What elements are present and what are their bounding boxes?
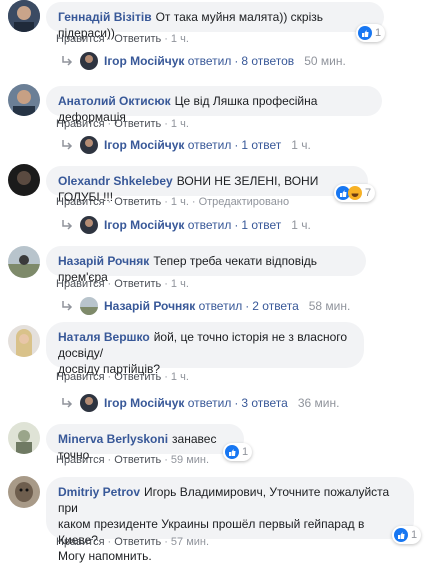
like-link[interactable]: Нравится <box>56 536 105 548</box>
avatar[interactable] <box>8 84 40 116</box>
timestamp[interactable]: 1 ч. <box>171 278 189 290</box>
avatar[interactable] <box>8 325 40 357</box>
reply-link[interactable]: Ответить <box>114 371 161 383</box>
comment-bubble: Minerva Berlyskoni занавес точно <box>46 424 244 462</box>
author-name[interactable]: Геннадій Візітів <box>58 10 152 24</box>
like-icon <box>225 445 239 459</box>
timestamp[interactable]: 57 мин. <box>171 536 209 548</box>
reply-avatar <box>80 52 98 70</box>
like-link[interactable]: Нравится <box>56 371 105 383</box>
avatar[interactable] <box>8 422 40 454</box>
reply-avatar <box>80 136 98 154</box>
avatar[interactable] <box>8 476 40 508</box>
like-link[interactable]: Нравится <box>56 278 105 290</box>
author-name[interactable]: Назарій Рочняк <box>58 254 149 268</box>
reaction-summary[interactable]: 1 <box>392 526 422 544</box>
comment-text-line3: Могу напомнить. <box>58 549 152 563</box>
reply-link[interactable]: Ответить <box>114 536 161 548</box>
comment-actions: Нравится · Ответить · 1 ч. <box>56 118 189 130</box>
like-link[interactable]: Нравится <box>56 454 105 466</box>
like-link[interactable]: Нравится <box>56 118 105 130</box>
replies-link[interactable]: Ігор Мосійчук ответил · 3 ответа 36 мин. <box>60 394 339 412</box>
comment-actions: Нравится · Ответить · 57 мин. <box>56 536 210 548</box>
comment-actions: Нравится · Ответить · 1 ч. <box>56 371 189 383</box>
comment-actions: Нравится · Ответить · 1 ч. <box>56 33 189 45</box>
author-name[interactable]: Minerva Berlyskoni <box>58 432 168 446</box>
comment-bubble: Назарій Рочняк Тепер треба чекати відпові… <box>46 246 366 284</box>
haha-icon <box>348 186 362 200</box>
timestamp[interactable]: 1 ч. <box>171 33 189 45</box>
replies-link[interactable]: Назарій Рочняк ответил · 2 ответа 58 мин. <box>60 297 350 315</box>
reply-arrow-icon <box>62 220 73 230</box>
reply-arrow-icon <box>62 301 73 311</box>
reply-arrow-icon <box>62 56 73 66</box>
reaction-summary[interactable]: 1 <box>356 24 386 42</box>
replies-link[interactable]: Ігор Мосійчук ответил · 8 ответов 50 мин. <box>60 52 346 70</box>
reaction-summary[interactable]: 1 <box>223 443 253 461</box>
comment-actions: Нравится · Ответить · 1 ч. · Отредактировано <box>56 196 290 208</box>
replies-link[interactable]: Ігор Мосійчук ответил · 1 ответ 1 ч. <box>60 216 311 234</box>
author-name[interactable]: Наталя Вершко <box>58 330 150 344</box>
avatar[interactable] <box>8 164 40 196</box>
like-icon <box>394 528 408 542</box>
author-name[interactable]: Анатолий Октисюк <box>58 94 171 108</box>
reply-arrow-icon <box>62 140 73 150</box>
like-icon <box>358 26 372 40</box>
like-link[interactable]: Нравится <box>56 33 105 45</box>
reply-avatar <box>80 394 98 412</box>
comment-bubble: Наталя Вершко йой, це точно історія не з … <box>46 322 364 376</box>
avatar[interactable] <box>8 0 40 32</box>
reply-avatar <box>80 216 98 234</box>
reaction-summary[interactable]: 7 <box>334 184 376 202</box>
reply-link[interactable]: Ответить <box>114 196 161 208</box>
comment-actions: Нравится · Ответить · 59 мин. <box>56 454 210 466</box>
reply-avatar <box>80 297 98 315</box>
author-name[interactable]: Olexandr Shkelebey <box>58 174 173 188</box>
replies-link[interactable]: Ігор Мосійчук ответил · 1 ответ 1 ч. <box>60 136 311 154</box>
comment-bubble: Анатолий Октисюк Це від Ляшка професійна … <box>46 86 382 124</box>
comment-bubble: Геннадій Візітів От така муйня малята)) с… <box>46 2 384 40</box>
reply-link[interactable]: Ответить <box>114 454 161 466</box>
comment-bubble: Dmitriy Petrov Игорь Владимирович, Уточни… <box>46 477 414 563</box>
timestamp[interactable]: 1 ч. <box>171 371 189 383</box>
timestamp[interactable]: 59 мин. <box>171 454 209 466</box>
edited-label[interactable]: Отредактировано <box>199 196 290 208</box>
reply-arrow-icon <box>62 398 73 408</box>
author-name[interactable]: Dmitriy Petrov <box>58 485 140 499</box>
timestamp[interactable]: 1 ч. <box>171 118 189 130</box>
comment-actions: Нравится · Ответить · 1 ч. <box>56 278 189 290</box>
reply-link[interactable]: Ответить <box>114 118 161 130</box>
avatar[interactable] <box>8 246 40 278</box>
like-link[interactable]: Нравится <box>56 196 105 208</box>
comment-bubble: Olexandr Shkelebey ВОНИ НЕ ЗЕЛЕНІ, ВОНИ Г… <box>46 166 368 204</box>
reply-link[interactable]: Ответить <box>114 278 161 290</box>
timestamp[interactable]: 1 ч. <box>171 196 189 208</box>
reply-link[interactable]: Ответить <box>114 33 161 45</box>
